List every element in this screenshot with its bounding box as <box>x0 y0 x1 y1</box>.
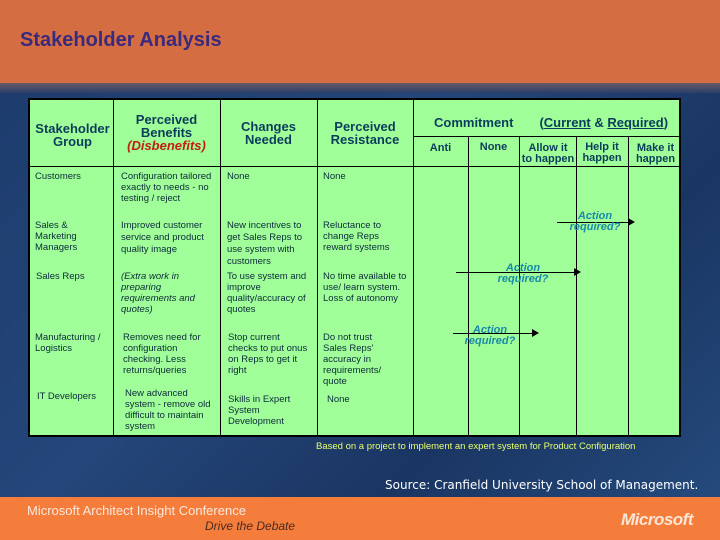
header-divider <box>30 166 679 167</box>
cell-benefits: (Extra work in preparing requirements an… <box>121 271 195 315</box>
cell-benefits: New advanced system - remove old difficu… <box>125 388 211 432</box>
column-divider <box>220 100 221 435</box>
header-level-anti: Anti <box>429 142 452 154</box>
cell-benefits: Improved customer service and product qu… <box>121 220 204 255</box>
cell-group: Manufacturing / Logistics <box>35 332 101 354</box>
stakeholder-table: Stakeholder Group Perceived Benefits (Disb… <box>28 98 681 437</box>
cell-resistance: Reluctance to change Reps reward systems <box>323 220 390 253</box>
cell-resistance: None <box>323 171 346 182</box>
cell-changes: Skills in Expert System Development <box>228 394 291 427</box>
cell-resistance: Do not trust Sales Reps' accuracy in req… <box>323 332 382 387</box>
header-disbenefits: (Disbenefits) <box>127 138 206 153</box>
cell-group: IT Developers <box>37 391 96 402</box>
cell-changes: Stop current checks to put onus on Reps … <box>228 332 308 376</box>
cell-group: Customers <box>35 171 81 182</box>
conference-name: Microsoft Architect Insight Conference <box>27 503 246 518</box>
cell-benefits: Configuration tailored exactly to needs … <box>121 171 212 204</box>
header-stakeholder-group: Stakeholder Group <box>35 121 110 149</box>
cell-changes: To use system and improve quality/accura… <box>227 271 307 315</box>
cell-benefits: Removes need for configuration checking.… <box>123 332 201 376</box>
header-level-none: None <box>479 141 508 153</box>
action-label: Action required? <box>464 324 516 347</box>
header-level-allow: Allow it to happen <box>521 142 575 165</box>
cell-changes: None <box>227 171 250 182</box>
cell-resistance: None <box>327 394 350 405</box>
column-divider <box>317 100 318 435</box>
header-changes-needed: Changes Needed <box>241 119 296 147</box>
tagline: Drive the Debate <box>205 519 296 533</box>
source-citation: Source: Cranfield University School of M… <box>385 478 699 492</box>
microsoft-logo: Microsoft <box>621 510 694 529</box>
header-level-make: Make it happen <box>635 142 676 165</box>
cell-group: Sales & Marketing Managers <box>35 220 78 253</box>
header-commitment: Commitment (Current & Required) <box>434 115 669 130</box>
column-divider <box>468 136 469 435</box>
action-label: Action required? <box>497 262 549 285</box>
slide-title: Stakeholder Analysis <box>20 29 222 51</box>
column-divider <box>628 136 629 435</box>
column-divider <box>519 136 520 435</box>
footnote: Based on a project to implement an exper… <box>316 441 636 452</box>
cell-group: Sales Reps <box>36 271 85 282</box>
column-divider <box>576 136 577 435</box>
header-perceived-resistance: Perceived Resistance <box>330 119 400 147</box>
action-label: Action required? <box>569 210 621 233</box>
cell-resistance: No time available to use/ learn system. … <box>323 271 407 304</box>
row-divider <box>413 136 679 137</box>
header-level-help: Help it happen <box>582 141 622 164</box>
title-divider <box>0 83 720 93</box>
header-perceived-benefits: Perceived Benefits (Disbenefits) <box>113 113 220 152</box>
cell-changes: New incentives to get Sales Reps to use … <box>227 220 302 267</box>
